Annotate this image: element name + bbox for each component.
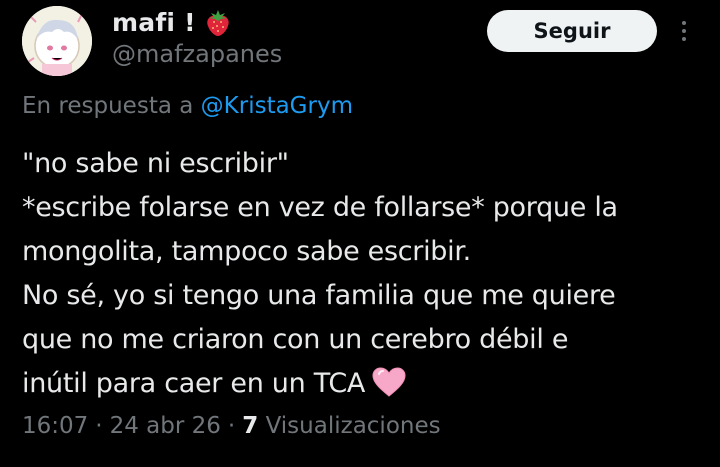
reply-mention-link[interactable]: @KristaGrym bbox=[201, 93, 353, 119]
tweet-text: "no sabe ni escribir" *escribe folarse e… bbox=[22, 142, 702, 406]
follow-button[interactable]: Seguir bbox=[487, 10, 657, 52]
views-count: 7 bbox=[242, 413, 259, 439]
pink-heart-icon bbox=[371, 366, 407, 398]
avatar-image bbox=[22, 6, 92, 76]
strawberry-icon bbox=[204, 7, 232, 37]
tweet-metadata: 16:07 · 24 abr 26 · 7 Visualizaciones bbox=[22, 413, 441, 439]
tweet-date[interactable]: 24 abr 26 bbox=[110, 413, 221, 439]
views-label: Visualizaciones bbox=[265, 413, 441, 439]
tweet-body: "no sabe ni escribir" *escribe folarse e… bbox=[22, 148, 618, 399]
author-name-row[interactable]: mafi ! bbox=[112, 4, 232, 40]
reply-prefix: En respuesta a bbox=[22, 93, 194, 119]
tweet-time[interactable]: 16:07 bbox=[22, 413, 88, 439]
avatar[interactable] bbox=[22, 6, 92, 76]
author-display-name[interactable]: mafi ! bbox=[112, 8, 196, 37]
more-vertical-icon[interactable] bbox=[676, 16, 692, 46]
meta-separator: · bbox=[95, 413, 103, 439]
meta-separator: · bbox=[227, 413, 236, 439]
author-handle[interactable]: @mafzapanes bbox=[112, 40, 282, 68]
views[interactable]: 7 Visualizaciones bbox=[242, 413, 440, 439]
reply-context: En respuesta a @KristaGrym bbox=[22, 93, 353, 119]
